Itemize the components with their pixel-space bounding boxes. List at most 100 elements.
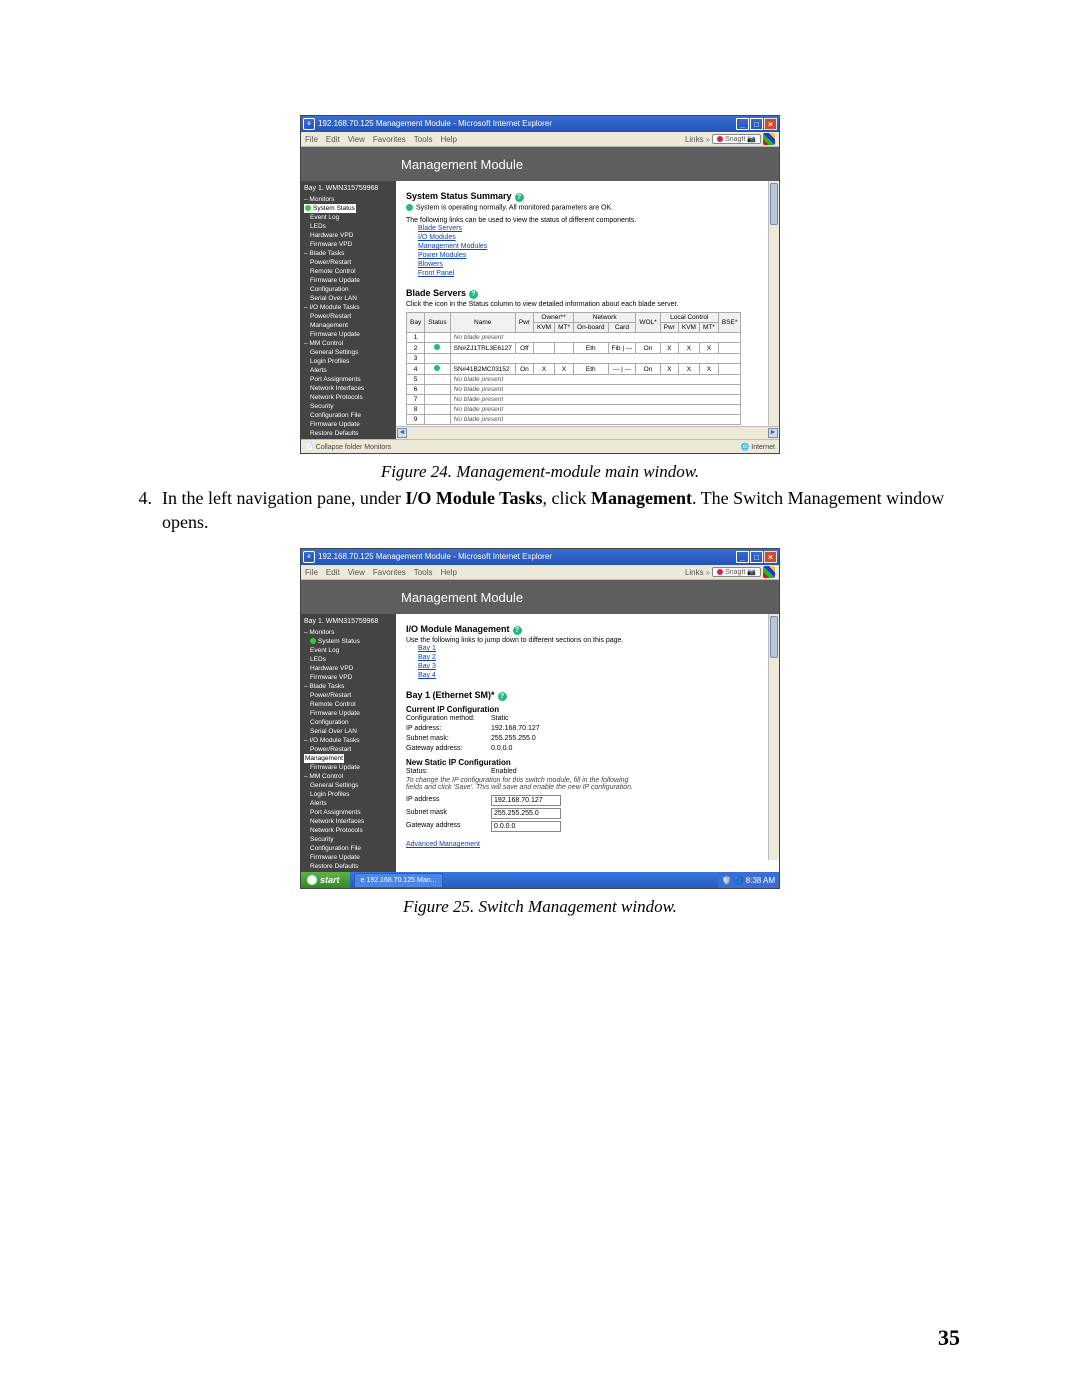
nav-item[interactable]: – Blade Tasks: [304, 682, 393, 691]
nav-item[interactable]: LEDs: [304, 655, 393, 664]
maximize-button[interactable]: □: [750, 551, 763, 563]
nav-item[interactable]: – I/O Module Tasks: [304, 736, 393, 745]
menu-favorites[interactable]: Favorites: [373, 568, 406, 577]
nav-item[interactable]: – MM Control: [304, 772, 393, 781]
jump-link[interactable]: Bay 2: [418, 653, 769, 662]
horizontal-scrollbar[interactable]: ◄ ►: [396, 426, 779, 439]
nav-item[interactable]: System Status: [304, 204, 356, 213]
scroll-right-icon[interactable]: ►: [768, 428, 778, 438]
gateway-input[interactable]: [491, 821, 561, 832]
nav-item[interactable]: Security: [304, 835, 393, 844]
menu-tools[interactable]: Tools: [414, 135, 433, 144]
menu-help[interactable]: Help: [440, 568, 456, 577]
help-icon[interactable]: ?: [515, 193, 524, 202]
nav-item[interactable]: Hardware VPD: [304, 231, 393, 240]
nav-item[interactable]: Firmware Update: [304, 330, 393, 339]
nav-item[interactable]: Power/Restart: [304, 258, 393, 267]
help-icon[interactable]: ?: [513, 626, 522, 635]
nav-item[interactable]: Port Assignments: [304, 808, 393, 817]
nav-item[interactable]: Management: [304, 754, 344, 763]
nav-item[interactable]: Port Assignments: [304, 375, 393, 384]
nav-item[interactable]: Security: [304, 402, 393, 411]
nav-item[interactable]: Serial Over LAN: [304, 727, 393, 736]
menu-view[interactable]: View: [348, 568, 365, 577]
menu-edit[interactable]: Edit: [326, 568, 340, 577]
nav-item[interactable]: Network Protocols: [304, 393, 393, 402]
advanced-mgmt-link[interactable]: Advanced Management: [406, 840, 769, 849]
nav-item[interactable]: Network Interfaces: [304, 384, 393, 393]
taskbar-item[interactable]: e 192.168.70.125 Man...: [354, 873, 444, 888]
nav-item[interactable]: Configuration File: [304, 844, 393, 853]
nav-item[interactable]: Firmware Update: [304, 709, 393, 718]
nav-item[interactable]: Restart MM: [304, 438, 393, 439]
nav-item[interactable]: Power/Restart: [304, 312, 393, 321]
nav-item[interactable]: Restore Defaults: [304, 429, 393, 438]
nav-item[interactable]: Restore Defaults: [304, 862, 393, 871]
quick-link[interactable]: Blade Servers: [418, 224, 769, 233]
nav-item[interactable]: Firmware VPD: [304, 240, 393, 249]
nav-item[interactable]: Network Interfaces: [304, 817, 393, 826]
menu-view[interactable]: View: [348, 135, 365, 144]
ip-address-input[interactable]: [491, 795, 561, 806]
subnet-mask-input[interactable]: [491, 808, 561, 819]
nav-item[interactable]: Alerts: [304, 366, 393, 375]
nav-item[interactable]: Firmware Update: [304, 763, 393, 772]
nav-item[interactable]: Remote Control: [304, 700, 393, 709]
nav-item[interactable]: Alerts: [304, 799, 393, 808]
help-icon[interactable]: ?: [498, 692, 507, 701]
snagit-button[interactable]: SnagIt 📷: [712, 134, 761, 144]
close-button[interactable]: ×: [764, 118, 777, 130]
nav-item[interactable]: General Settings: [304, 781, 393, 790]
nav-item[interactable]: Firmware Update: [304, 853, 393, 862]
nav-item[interactable]: Event Log: [304, 213, 393, 222]
quick-link[interactable]: Front Panel: [418, 269, 769, 278]
nav-item[interactable]: Configuration File: [304, 411, 393, 420]
menu-file[interactable]: File: [305, 135, 318, 144]
jump-link[interactable]: Bay 1: [418, 644, 769, 653]
vertical-scrollbar[interactable]: [768, 181, 779, 427]
nav-item[interactable]: Power/Restart: [304, 691, 393, 700]
maximize-button[interactable]: □: [750, 118, 763, 130]
quick-link[interactable]: I/O Modules: [418, 233, 769, 242]
menu-file[interactable]: File: [305, 568, 318, 577]
nav-item[interactable]: Serial Over LAN: [304, 294, 393, 303]
nav-item[interactable]: – MM Control: [304, 339, 393, 348]
minimize-button[interactable]: _: [736, 118, 749, 130]
nav-item[interactable]: Power/Restart: [304, 745, 393, 754]
nav-item[interactable]: – Monitors: [304, 628, 393, 637]
nav-item[interactable]: – Monitors: [304, 195, 393, 204]
menu-favorites[interactable]: Favorites: [373, 135, 406, 144]
nav-item[interactable]: Firmware VPD: [304, 673, 393, 682]
nav-item[interactable]: Login Profiles: [304, 790, 393, 799]
nav-item[interactable]: LEDs: [304, 222, 393, 231]
nav-item[interactable]: Remote Control: [304, 267, 393, 276]
nav-item[interactable]: – Blade Tasks: [304, 249, 393, 258]
close-button[interactable]: ×: [764, 551, 777, 563]
quick-link[interactable]: Blowers: [418, 260, 769, 269]
menu-tools[interactable]: Tools: [414, 568, 433, 577]
quick-link[interactable]: Management Modules: [418, 242, 769, 251]
nav-item[interactable]: Firmware Update: [304, 276, 393, 285]
start-button[interactable]: start: [301, 872, 350, 888]
snagit-button[interactable]: SnagIt 📷: [712, 567, 761, 577]
nav-item[interactable]: Login Profiles: [304, 357, 393, 366]
nav-item[interactable]: Event Log: [304, 646, 393, 655]
menu-help[interactable]: Help: [440, 135, 456, 144]
help-icon[interactable]: ?: [469, 290, 478, 299]
menu-edit[interactable]: Edit: [326, 135, 340, 144]
nav-item[interactable]: Management: [304, 321, 393, 330]
minimize-button[interactable]: _: [736, 551, 749, 563]
nav-item[interactable]: – I/O Module Tasks: [304, 303, 393, 312]
vertical-scrollbar[interactable]: [768, 614, 779, 860]
jump-link[interactable]: Bay 3: [418, 662, 769, 671]
scroll-left-icon[interactable]: ◄: [397, 428, 407, 438]
nav-item[interactable]: System Status: [304, 637, 393, 646]
quick-link[interactable]: Power Modules: [418, 251, 769, 260]
nav-item[interactable]: General Settings: [304, 348, 393, 357]
nav-item[interactable]: Configuration: [304, 285, 393, 294]
nav-item[interactable]: Network Protocols: [304, 826, 393, 835]
nav-item[interactable]: Configuration: [304, 718, 393, 727]
jump-link[interactable]: Bay 4: [418, 671, 769, 680]
nav-item[interactable]: Hardware VPD: [304, 664, 393, 673]
nav-item[interactable]: Firmware Update: [304, 420, 393, 429]
